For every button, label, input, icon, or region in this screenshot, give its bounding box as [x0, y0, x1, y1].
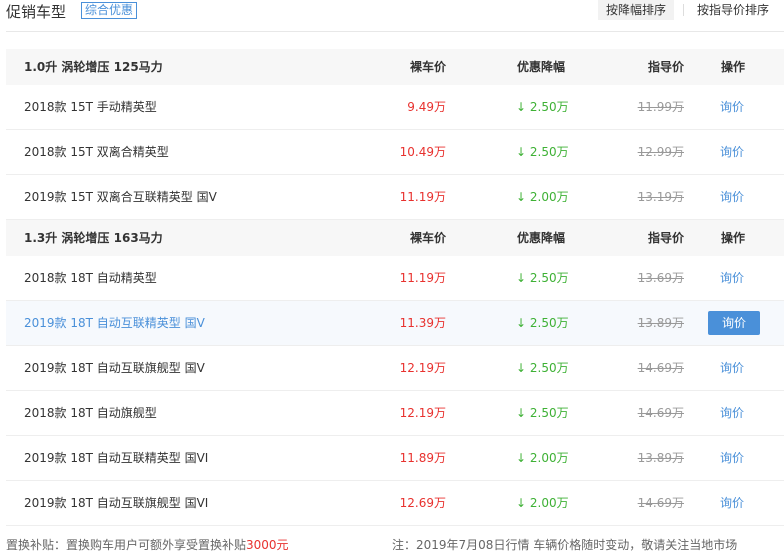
guide-price: 12.99万	[637, 145, 684, 159]
combo-discount-tag[interactable]: 综合优惠	[81, 2, 138, 19]
guide-price: 11.99万	[637, 100, 684, 114]
table-row: 2019款 15T 双离合互联精英型 国V 11.19万 ↓ 2.00万 13.…	[6, 175, 784, 220]
discount-value: ↓ 2.50万	[516, 406, 569, 420]
model-name: 2018款 15T 双离合精英型	[24, 145, 169, 159]
column-header-price: 裸车价	[409, 60, 446, 74]
inquire-link[interactable]: 询价	[712, 85, 752, 129]
column-header-price: 裸车价	[409, 231, 446, 245]
model-name[interactable]: 2019款 18T 自动互联精英型 国V	[24, 301, 205, 345]
inquire-link[interactable]: 询价	[712, 175, 752, 219]
column-header-guide: 指导价	[647, 60, 684, 74]
model-name: 2018款 18T 自动精英型	[24, 271, 157, 285]
model-name: 2018款 18T 自动旗舰型	[24, 406, 157, 420]
table-row: 2019款 18T 自动互联旗舰型 国VI 12.69万 ↓ 2.00万 14.…	[6, 481, 784, 526]
price-disclaimer: 注：2019年7月08日行情 车辆价格随时变动，敬请关注当地市场	[392, 538, 738, 552]
inquire-link[interactable]: 询价	[712, 436, 752, 480]
price-value: 9.49万	[407, 100, 446, 114]
discount-value: ↓ 2.50万	[516, 316, 569, 330]
price-value: 12.19万	[399, 406, 446, 420]
table-row: 2018款 15T 双离合精英型 10.49万 ↓ 2.50万 12.99万 询…	[6, 130, 784, 175]
price-value: 11.39万	[399, 316, 446, 330]
price-value: 12.19万	[399, 361, 446, 375]
price-value: 11.19万	[399, 271, 446, 285]
column-header-discount: 优惠降幅	[517, 231, 566, 245]
guide-price: 13.69万	[637, 271, 684, 285]
inquire-link[interactable]: 询价	[712, 256, 752, 300]
discount-value: ↓ 2.50万	[516, 100, 569, 114]
discount-value: ↓ 2.50万	[516, 145, 569, 159]
column-header-action: 操作	[720, 231, 745, 245]
inquire-button[interactable]: 询价	[708, 311, 760, 335]
group-title: 1.3升 涡轮增压 163马力	[24, 231, 163, 245]
inquire-link[interactable]: 询价	[712, 391, 752, 435]
price-value: 11.89万	[399, 451, 446, 465]
price-value: 11.19万	[399, 190, 446, 204]
model-name: 2019款 18T 自动互联旗舰型 国V	[24, 361, 205, 375]
discount-value: ↓ 2.00万	[516, 190, 569, 204]
guide-price: 13.19万	[637, 190, 684, 204]
discount-value: ↓ 2.50万	[516, 271, 569, 285]
guide-price: 13.89万	[637, 451, 684, 465]
table-row: 2018款 18T 自动旗舰型 12.19万 ↓ 2.50万 14.69万 询价	[6, 391, 784, 436]
column-header-guide: 指导价	[647, 231, 684, 245]
table-row: 2019款 18T 自动互联旗舰型 国V 12.19万 ↓ 2.50万 14.6…	[6, 346, 784, 391]
subsidy-amount: 3000元	[246, 538, 289, 552]
table-row-highlighted: 2019款 18T 自动互联精英型 国V 11.39万 ↓ 2.50万 13.8…	[6, 301, 784, 346]
inquire-link[interactable]: 询价	[712, 130, 752, 174]
divider	[6, 31, 784, 32]
top-bar: 促销车型 综合优惠 按降幅排序 按指导价排序	[0, 0, 784, 24]
inquire-link[interactable]: 询价	[712, 346, 752, 390]
table-row: 2019款 18T 自动互联精英型 国VI 11.89万 ↓ 2.00万 13.…	[6, 436, 784, 481]
model-name: 2018款 15T 手动精英型	[24, 100, 157, 114]
price-table: 1.0升 涡轮增压 125马力 裸车价 优惠降幅 指导价 操作 2018款 15…	[6, 49, 784, 526]
subsidy-text: 置换补贴：置换购车用户可额外享受置换补贴	[6, 538, 247, 552]
table-row: 2018款 18T 自动精英型 11.19万 ↓ 2.50万 13.69万 询价	[6, 256, 784, 301]
model-name: 2019款 15T 双离合互联精英型 国V	[24, 190, 217, 204]
model-name: 2019款 18T 自动互联精英型 国VI	[24, 451, 209, 465]
sort-by-discount-button[interactable]: 按降幅排序	[598, 0, 674, 20]
column-header-action: 操作	[720, 60, 745, 74]
discount-value: ↓ 2.50万	[516, 361, 569, 375]
section-title: 促销车型	[6, 3, 67, 21]
table-row: 2018款 15T 手动精英型 9.49万 ↓ 2.50万 11.99万 询价	[6, 85, 784, 130]
model-name: 2019款 18T 自动互联旗舰型 国VI	[24, 496, 209, 510]
group-header: 1.0升 涡轮增压 125马力 裸车价 优惠降幅 指导价 操作	[6, 49, 784, 85]
price-value: 12.69万	[399, 496, 446, 510]
guide-price: 14.69万	[637, 361, 684, 375]
sort-separator	[683, 4, 684, 16]
discount-value: ↓ 2.00万	[516, 496, 569, 510]
group-header: 1.3升 涡轮增压 163马力 裸车价 优惠降幅 指导价 操作	[6, 220, 784, 256]
trade-in-subsidy-note: 置换补贴：置换购车用户可额外享受置换补贴3000元	[6, 536, 289, 553]
guide-price: 13.89万	[637, 316, 684, 330]
discount-value: ↓ 2.00万	[516, 451, 569, 465]
guide-price: 14.69万	[637, 496, 684, 510]
column-header-discount: 优惠降幅	[517, 60, 566, 74]
sort-by-guide-price-button[interactable]: 按指导价排序	[697, 0, 769, 20]
inquire-link[interactable]: 询价	[712, 481, 752, 525]
price-value: 10.49万	[399, 145, 446, 159]
group-title: 1.0升 涡轮增压 125马力	[24, 60, 163, 74]
guide-price: 14.69万	[637, 406, 684, 420]
